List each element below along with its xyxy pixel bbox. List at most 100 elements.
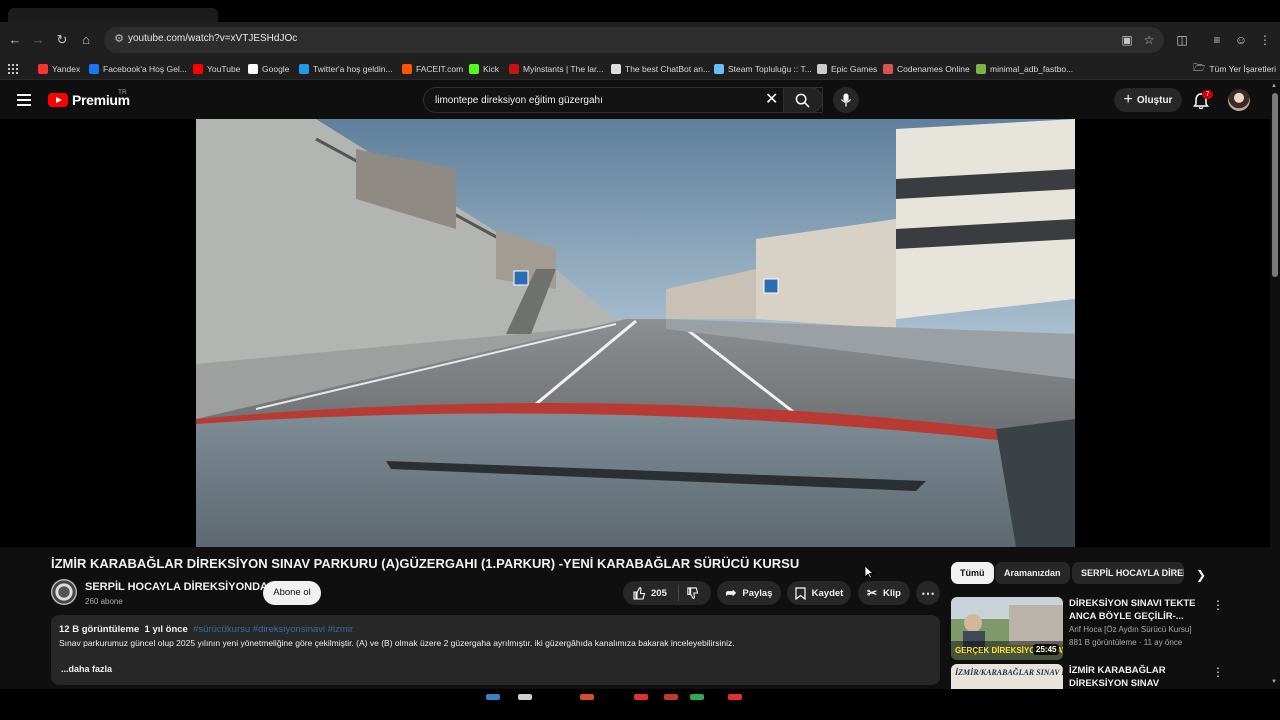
more-actions-button[interactable]: ⋯ <box>916 581 940 605</box>
recommendation-item[interactable]: GERÇEK DİREKSİYON SINAVI 25:45 DİREKSİYO… <box>951 597 1271 661</box>
upload-age: 1 yıl önce <box>144 624 188 635</box>
reload-icon[interactable]: ↻ <box>53 31 71 49</box>
taskbar-app-icon[interactable] <box>580 694 594 700</box>
bookmark-label: FACEIT.com <box>416 64 464 74</box>
chip-from-search[interactable]: Aramanızdan <box>995 562 1070 584</box>
notification-badge: 7 <box>1202 90 1213 99</box>
epic-icon <box>817 64 827 74</box>
all-bookmarks-folder[interactable]: 🗁 Tüm Yer İşaretleri <box>1193 61 1276 77</box>
scroll-thumb[interactable] <box>1272 93 1278 277</box>
bookmark-item[interactable]: YouTube <box>193 61 240 77</box>
taskbar-app-icon[interactable] <box>634 694 648 700</box>
bookmark-item[interactable]: Kick <box>469 61 499 77</box>
recommendation-channel[interactable]: Arif Hoca [Öz Aydın Sürücü Kursu] <box>1069 625 1192 634</box>
twitter-icon <box>299 64 309 74</box>
account-avatar[interactable] <box>1228 89 1250 111</box>
browser-toolbar: ← → ↻ ⌂ ⚙ youtube.com/watch?v=xVTJESHdJO… <box>0 22 1280 58</box>
drive-icon <box>976 64 986 74</box>
bookmark-label: minimal_adb_fastbo... <box>990 64 1074 74</box>
like-divider <box>678 585 679 601</box>
view-count: 12 B görüntüleme <box>59 624 140 635</box>
taskbar-app-icon[interactable] <box>664 694 678 700</box>
recommendation-title[interactable]: İZMİR KARABAĞLAR DİREKSİYON SINAV PARKUR… <box>1069 664 1204 689</box>
thumbnail-caption: İZMİR/KARABAĞLAR SINAV PARKUR <box>954 667 1063 677</box>
share-button[interactable]: ➦ Paylaş <box>717 581 781 605</box>
share-label: Paylaş <box>742 587 773 599</box>
page-scrollbar[interactable]: ▲ ▼ <box>1270 81 1280 689</box>
taskbar-app-icon[interactable] <box>690 694 704 700</box>
search-button[interactable] <box>783 87 823 113</box>
create-button[interactable]: + Oluştur <box>1114 88 1182 112</box>
show-more-link[interactable]: ...daha fazla <box>61 664 112 674</box>
bookmark-item[interactable]: Yandex <box>38 61 80 77</box>
like-button[interactable]: 205 <box>632 586 667 600</box>
channel-name[interactable]: SERPİL HOCAYLA DİREKSİYONDA <box>85 581 268 593</box>
profile-icon[interactable]: ☺ <box>1232 31 1250 49</box>
bookmark-label: Kick <box>483 64 500 74</box>
back-icon[interactable]: ← <box>6 31 24 49</box>
recommendation-meta: 881 B görüntüleme · 11 ay önce <box>1069 638 1183 647</box>
media-controls-icon[interactable]: ≡ <box>1208 31 1226 49</box>
create-label: Oluştur <box>1136 94 1173 106</box>
bookmark-label: Twitter'a hoş geldin... <box>313 64 393 74</box>
forward-icon[interactable]: → <box>29 31 47 49</box>
thumbs-down-icon[interactable] <box>686 587 699 600</box>
search-input[interactable]: limontepe direksiyon eğitim güzergahı ✕ <box>423 87 823 113</box>
taskbar-app-icon[interactable] <box>518 694 532 700</box>
mouse-cursor-icon <box>864 565 874 579</box>
google-icon <box>248 64 258 74</box>
chevron-right-icon[interactable]: ❯ <box>1196 568 1206 582</box>
browser-menu-icon[interactable]: ⋮ <box>1256 31 1274 49</box>
taskbar-app-icon[interactable] <box>486 694 500 700</box>
install-app-icon[interactable]: ▣ <box>1119 32 1135 48</box>
url-text[interactable]: youtube.com/watch?v=xVTJESHdJOc <box>128 33 297 44</box>
bookmark-star-icon[interactable]: ☆ <box>1141 32 1157 48</box>
bookmark-item[interactable]: Myinstants | The lar... <box>509 61 603 77</box>
recommendation-item[interactable]: İZMİR/KARABAĞLAR SINAV PARKUR İZMİR KARA… <box>951 664 1271 689</box>
description-meta: 12 B görüntüleme 1 yıl önce #sürücükursu… <box>59 624 353 635</box>
description-box[interactable]: 12 B görüntüleme 1 yıl önce #sürücükursu… <box>51 615 940 685</box>
home-icon[interactable]: ⌂ <box>77 31 95 49</box>
browser-tab-strip <box>0 0 1280 22</box>
apps-grid-icon[interactable] <box>8 64 18 74</box>
channel-avatar[interactable] <box>51 579 77 605</box>
search-query[interactable]: limontepe direksiyon eğitim güzergahı <box>435 95 603 106</box>
extensions-icon[interactable]: ◫ <box>1173 31 1191 49</box>
chip-all[interactable]: Tümü <box>951 562 994 584</box>
more-vertical-icon[interactable]: ⋮ <box>1212 599 1224 611</box>
active-tab[interactable] <box>8 8 218 22</box>
voice-search-button[interactable] <box>833 87 859 113</box>
bookmark-item[interactable]: Facebook'a Hoş Gel... <box>89 61 187 77</box>
clear-search-icon[interactable]: ✕ <box>765 92 778 108</box>
share-icon: ➦ <box>725 585 737 600</box>
bookmark-item[interactable]: Codenames Online <box>883 61 970 77</box>
scroll-down-icon[interactable]: ▼ <box>1271 679 1277 685</box>
bookmark-item[interactable]: minimal_adb_fastbo... <box>976 61 1073 77</box>
bookmark-item[interactable]: Steam Topluluğu :: T... <box>714 61 812 77</box>
scroll-up-icon[interactable]: ▲ <box>1271 83 1277 89</box>
video-player-area[interactable] <box>0 119 1280 547</box>
video-thumbnail[interactable]: İZMİR/KARABAĞLAR SINAV PARKUR <box>951 664 1063 689</box>
save-button[interactable]: Kaydet <box>787 581 851 605</box>
chip-channel[interactable]: SERPİL HOCAYLA DİREKSİYONDA <box>1072 562 1184 584</box>
bookmark-item[interactable]: FACEIT.com <box>402 61 463 77</box>
kick-icon <box>469 64 479 74</box>
bookmark-item[interactable]: The best ChatBot an... <box>611 61 710 77</box>
address-bar[interactable]: ⚙ youtube.com/watch?v=xVTJESHdJOc ▣ ☆ <box>104 27 1164 53</box>
recommendation-title[interactable]: DİREKSİYON SINAVI TEKTE ANCA BÖYLE GEÇİL… <box>1069 597 1204 623</box>
subscribe-button[interactable]: Abone ol <box>263 581 321 605</box>
site-info-icon[interactable]: ⚙ <box>112 32 126 46</box>
more-vertical-icon[interactable]: ⋮ <box>1212 666 1224 678</box>
bookmark-label: The best ChatBot an... <box>625 64 711 74</box>
menu-icon[interactable] <box>17 94 31 106</box>
video-frame[interactable] <box>196 119 1075 547</box>
bookmark-label: YouTube <box>207 64 241 74</box>
bookmark-label: Codenames Online <box>897 64 970 74</box>
bookmark-item[interactable]: Epic Games <box>817 61 877 77</box>
like-count: 205 <box>651 587 667 599</box>
taskbar-app-icon[interactable] <box>728 694 742 700</box>
bookmark-item[interactable]: Google <box>248 61 289 77</box>
clip-button[interactable]: ✂ Klip <box>858 581 910 605</box>
hashtags[interactable]: #sürücükursu #direksiyonsinavi #izmir <box>193 624 353 635</box>
bookmark-item[interactable]: Twitter'a hoş geldin... <box>299 61 393 77</box>
